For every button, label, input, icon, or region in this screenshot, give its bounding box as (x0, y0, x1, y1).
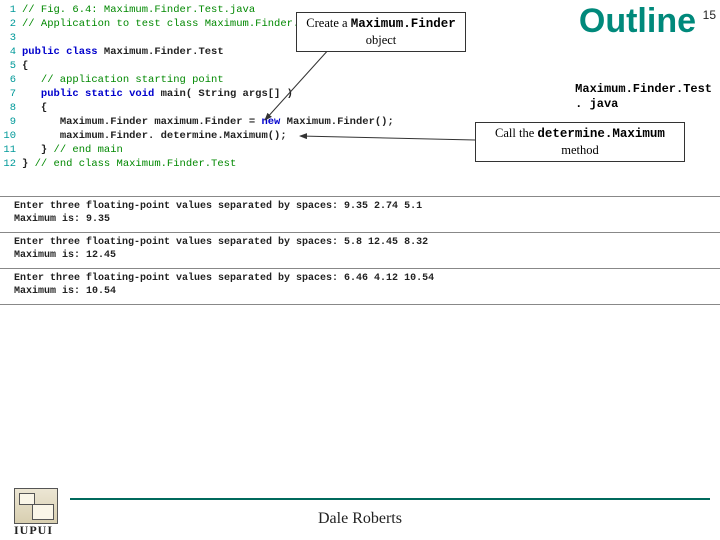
code-row: 11 } // end main (0, 143, 450, 157)
keyword: public class (22, 46, 98, 58)
code-content: // Fig. 6.4: Maximum.Finder.Test.java (22, 3, 255, 17)
indent (22, 102, 41, 114)
line-number: 8 (0, 101, 22, 115)
indent (22, 130, 60, 142)
code-content: public class Maximum.Finder.Test (22, 45, 224, 59)
line-number: 2 (0, 17, 22, 31)
callout-text: Create a (306, 16, 350, 30)
code-content: // application starting point (22, 73, 224, 87)
slide-number: 15 (703, 8, 716, 22)
line-number: 11 (0, 143, 22, 157)
line-number: 1 (0, 3, 22, 17)
code-row: 7 public static void main( String args[]… (0, 87, 450, 101)
line-number: 3 (0, 31, 22, 45)
code-content: { (22, 101, 47, 115)
indent (22, 74, 41, 86)
brace: { (41, 102, 47, 114)
callout-text: Call the (495, 126, 537, 140)
comment: // application starting point (41, 74, 224, 86)
code-content: { (22, 59, 28, 73)
line-number: 5 (0, 59, 22, 73)
keyword: new (261, 116, 280, 128)
code-row: 5 { (0, 59, 450, 73)
callout-mono: determine.Maximum (537, 127, 665, 141)
callout-text: object (366, 33, 397, 47)
indent (22, 144, 41, 156)
identifier: Maximum.Finder.Test (98, 46, 224, 58)
comment: // end main (47, 144, 123, 156)
identifier: Maximum.Finder maximum.Finder = (60, 116, 262, 128)
line-number: 12 (0, 157, 22, 171)
code-row: 12 } // end class Maximum.Finder.Test (0, 157, 450, 171)
footer-rule (70, 498, 710, 500)
code-row: 6 // application starting point (0, 73, 450, 87)
comment: // end class Maximum.Finder.Test (28, 158, 236, 170)
line-number: 4 (0, 45, 22, 59)
code-content: public static void main( String args[] ) (22, 87, 293, 101)
code-content: } // end main (22, 143, 123, 157)
program-output: Enter three floating-point values separa… (0, 196, 720, 305)
code-content: // Application to test class Maximum.Fin… (22, 17, 299, 31)
identifier: maximum.Finder. determine.Maximum(); (60, 130, 287, 142)
code-row: 8 { (0, 101, 450, 115)
footer: IUPUI Dale Roberts (0, 480, 720, 540)
code-content: } // end class Maximum.Finder.Test (22, 157, 236, 171)
callout-text: method (561, 143, 599, 157)
code-row: 10 maximum.Finder. determine.Maximum(); (0, 129, 450, 143)
identifier: Maximum.Finder(); (280, 116, 393, 128)
callout-call-method: Call the determine.Maximum method (475, 122, 685, 162)
code-content: Maximum.Finder maximum.Finder = new Maxi… (22, 115, 394, 129)
outline-heading: Outline (579, 2, 696, 41)
code-row: 9 Maximum.Finder maximum.Finder = new Ma… (0, 115, 450, 129)
line-number: 6 (0, 73, 22, 87)
line-number: 9 (0, 115, 22, 129)
output-block: Enter three floating-point values separa… (0, 268, 720, 305)
indent (22, 116, 60, 128)
identifier: main( String args[] ) (154, 88, 293, 100)
callout-create-object: Create a Maximum.Finder object (296, 12, 466, 52)
filename-label: Maximum.Finder.Test . java (575, 82, 712, 112)
output-block: Enter three floating-point values separa… (0, 196, 720, 232)
indent (22, 88, 41, 100)
author-name: Dale Roberts (0, 510, 720, 528)
line-number: 7 (0, 87, 22, 101)
code-content: maximum.Finder. determine.Maximum(); (22, 129, 287, 143)
keyword: public static void (41, 88, 154, 100)
output-block: Enter three floating-point values separa… (0, 232, 720, 268)
callout-mono: Maximum.Finder (351, 17, 456, 31)
line-number: 10 (0, 129, 22, 143)
